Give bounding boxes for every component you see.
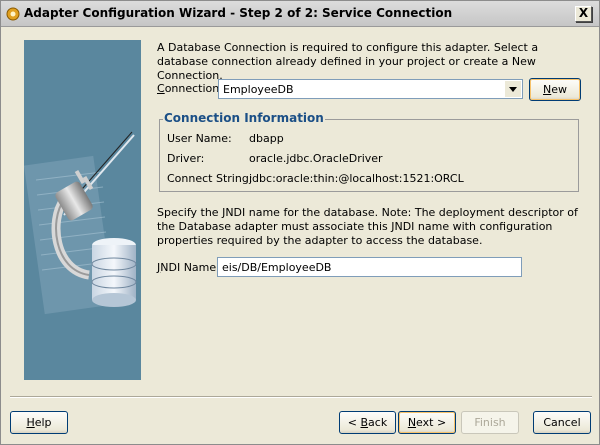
wizard-window: Adapter Configuration Wizard - Step 2 of…: [0, 0, 600, 445]
help-button[interactable]: Help: [10, 411, 68, 434]
database-plug-illustration: [24, 40, 141, 380]
cancel-button[interactable]: Cancel: [533, 411, 591, 434]
window-title: Adapter Configuration Wizard - Step 2 of…: [24, 6, 453, 20]
connect-string-label: Connect String:: [167, 172, 253, 185]
title-bar[interactable]: Adapter Configuration Wizard - Step 2 of…: [1, 1, 599, 27]
back-button[interactable]: < Back: [339, 411, 396, 434]
chevron-down-icon[interactable]: [505, 81, 521, 97]
driver-label: Driver:: [167, 152, 205, 165]
jndi-label: JNDI Name:: [157, 261, 220, 274]
connect-string-value: jdbc:oracle:thin:@localhost:1521:ORCL: [249, 172, 464, 185]
wizard-side-image: [24, 40, 141, 380]
intro-text: A Database Connection is required to con…: [157, 41, 539, 82]
close-icon: X: [578, 6, 589, 20]
connection-select-value: EmployeeDB: [223, 83, 294, 96]
jndi-name-input[interactable]: eis/DB/EmployeeDB: [217, 257, 522, 277]
footer-separator: [10, 396, 592, 398]
driver-value: oracle.jdbc.OracleDriver: [249, 152, 383, 165]
user-name-value: dbapp: [249, 132, 284, 145]
connection-info-title: Connection Information: [163, 111, 325, 125]
jndi-description: Specify the JNDI name for the database. …: [157, 206, 578, 247]
connection-label: Connection:: [157, 82, 223, 95]
jndi-name-value: eis/DB/EmployeeDB: [222, 261, 332, 274]
finish-button[interactable]: Finish: [461, 411, 519, 434]
connection-select[interactable]: EmployeeDB: [218, 79, 523, 99]
user-name-label: User Name:: [167, 132, 232, 145]
next-button[interactable]: Next >: [398, 411, 456, 434]
new-connection-button[interactable]: New: [529, 78, 581, 101]
close-button[interactable]: X: [575, 6, 592, 22]
wizard-app-icon: [6, 7, 20, 21]
